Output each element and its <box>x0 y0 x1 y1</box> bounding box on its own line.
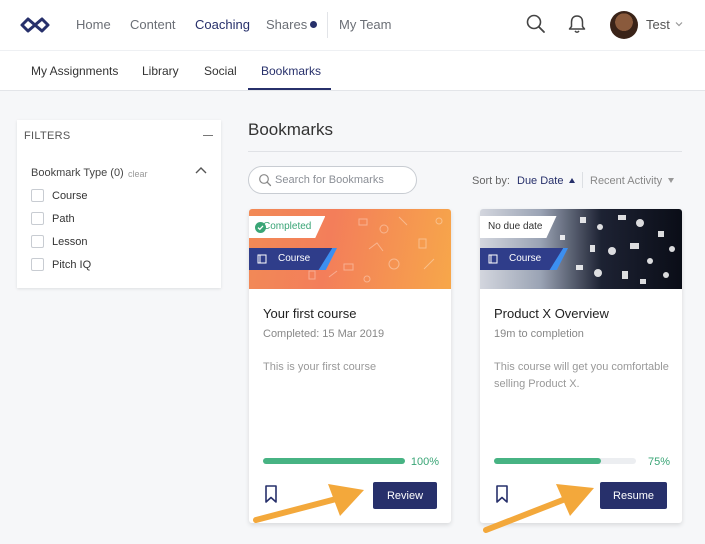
sub-navigation-tabs: My Assignments Library Social Bookmarks <box>0 50 705 91</box>
sort-label: Sort by: <box>472 175 510 187</box>
filter-option-label: Course <box>52 190 88 202</box>
tab-bookmarks[interactable]: Bookmarks <box>261 51 321 91</box>
annotation-arrow-icon <box>483 484 594 533</box>
tab-library[interactable]: Library <box>142 51 179 91</box>
active-tab-indicator <box>248 88 331 90</box>
status-badge: Completed <box>249 216 326 238</box>
search-input[interactable] <box>275 171 411 189</box>
checkbox[interactable] <box>31 212 44 225</box>
book-icon <box>257 254 267 264</box>
avatar[interactable] <box>610 11 638 39</box>
type-text: Course <box>509 253 542 264</box>
tab-my-assignments[interactable]: My Assignments <box>31 51 118 91</box>
card-subtitle: 19m to completion <box>494 328 584 340</box>
tab-social[interactable]: Social <box>204 51 237 91</box>
card-description: This course will get you comfortable sel… <box>494 361 669 390</box>
title-divider <box>248 151 682 152</box>
chevron-up-icon[interactable] <box>194 165 208 175</box>
clear-filters-link[interactable]: clear <box>128 169 148 179</box>
progress-bar <box>494 458 636 464</box>
nav-content[interactable]: Content <box>130 0 176 50</box>
resume-button[interactable]: Resume <box>600 482 667 509</box>
card-description: This is your first course <box>263 361 377 373</box>
shares-notification-dot <box>310 21 317 28</box>
annotation-arrow-icon <box>253 484 364 523</box>
bell-icon[interactable] <box>566 13 588 35</box>
type-badge: Course <box>480 248 564 270</box>
progress-bar <box>263 458 405 464</box>
progress-percent: 100% <box>410 456 439 468</box>
collapse-filters-icon[interactable] <box>203 135 213 136</box>
filter-option-label: Lesson <box>52 236 88 248</box>
filters-title: FILTERS <box>24 130 71 142</box>
card-title[interactable]: Your first course <box>263 306 356 321</box>
search-box[interactable] <box>248 166 417 194</box>
nav-coaching[interactable]: Coaching <box>195 0 250 50</box>
logo-icon[interactable] <box>18 14 52 36</box>
nav-my-team[interactable]: My Team <box>339 0 392 50</box>
sort-recent-activity[interactable]: Recent Activity <box>590 175 662 187</box>
check-circle-icon <box>255 222 266 233</box>
card-thumbnail: No due date Course <box>480 209 682 289</box>
sort-divider <box>582 172 583 188</box>
progress-fill <box>494 458 601 464</box>
bookmark-type-label[interactable]: Bookmark Type (0) <box>31 167 124 179</box>
sort-ascending-icon[interactable] <box>569 178 575 183</box>
type-badge: Course <box>249 248 333 270</box>
checkbox[interactable] <box>31 235 44 248</box>
filter-option-label: Pitch IQ <box>52 259 92 271</box>
search-icon <box>259 174 272 187</box>
checkbox[interactable] <box>31 189 44 202</box>
search-icon[interactable] <box>525 13 547 35</box>
top-navigation-bar: Home Content Coaching Shares My Team Tes… <box>0 0 705 50</box>
page-title: Bookmarks <box>248 120 334 139</box>
status-text: No due date <box>488 221 543 232</box>
user-name[interactable]: Test <box>646 0 670 50</box>
status-text: Completed <box>263 221 312 232</box>
checkbox[interactable] <box>31 258 44 271</box>
review-button[interactable]: Review <box>373 482 437 509</box>
card-title[interactable]: Product X Overview <box>494 306 609 321</box>
nav-divider <box>327 12 328 38</box>
sort-dropdown-icon[interactable] <box>668 178 674 183</box>
nav-home[interactable]: Home <box>76 0 111 50</box>
sort-due-date[interactable]: Due Date <box>517 175 563 187</box>
nav-shares[interactable]: Shares <box>266 0 307 50</box>
card-subtitle: Completed: 15 Mar 2019 <box>263 328 385 340</box>
book-icon <box>488 254 498 264</box>
type-text: Course <box>278 253 311 264</box>
filters-panel: FILTERS Bookmark Type (0) clear Course P… <box>17 120 221 288</box>
filter-option-label: Path <box>52 213 75 225</box>
progress-percent: 75% <box>647 456 670 468</box>
status-badge: No due date <box>480 216 557 238</box>
chevron-down-icon[interactable] <box>674 19 684 29</box>
progress-fill <box>263 458 405 464</box>
card-thumbnail: Completed Course <box>249 209 451 289</box>
